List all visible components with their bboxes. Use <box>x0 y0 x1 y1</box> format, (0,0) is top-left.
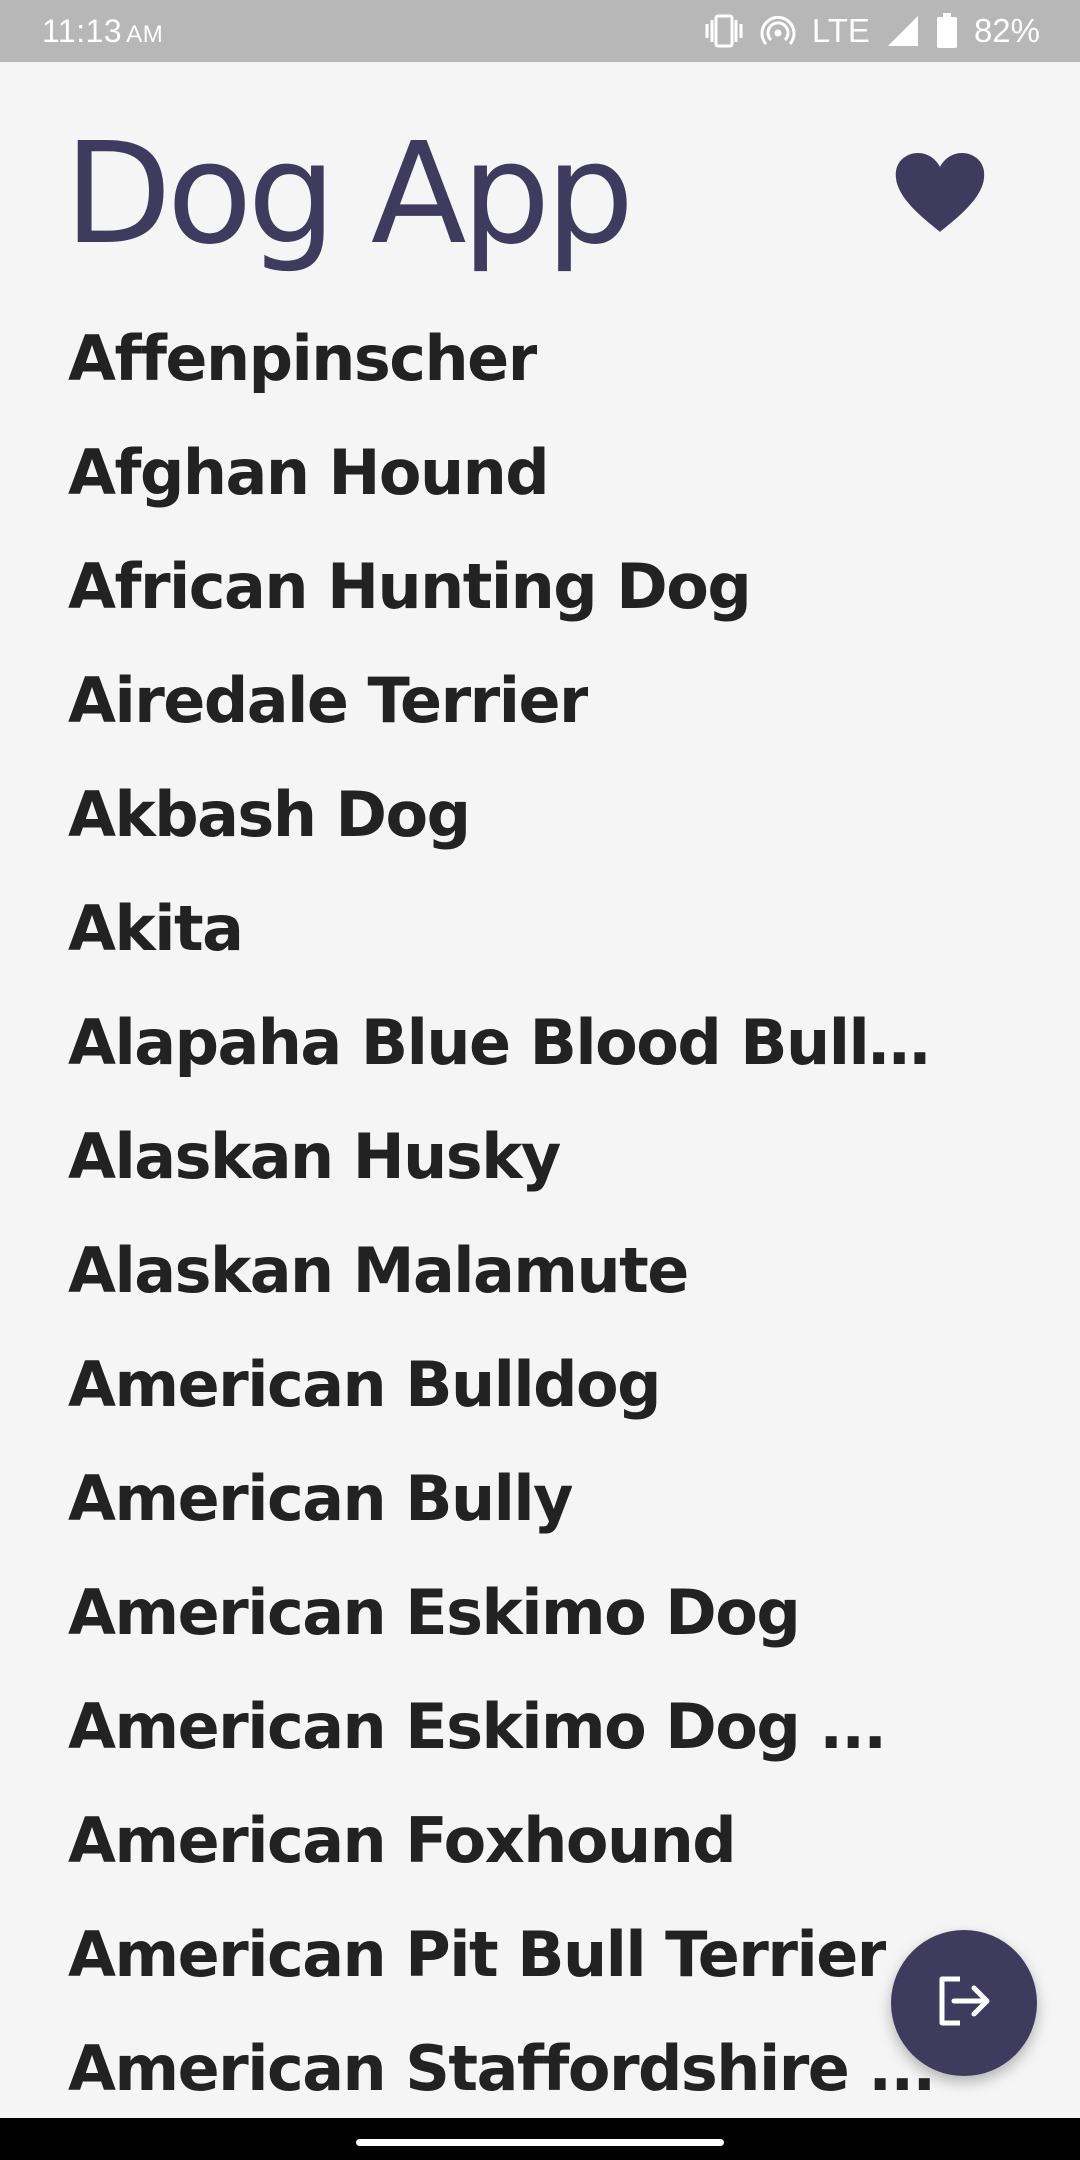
breed-list: Affenpinscher Afghan Hound African Hunti… <box>0 301 1080 2125</box>
breed-name: American Eskimo Dog ... <box>68 1689 886 1763</box>
logout-icon <box>934 1973 994 2033</box>
breed-item[interactable]: Airedale Terrier <box>0 643 1080 757</box>
battery-icon <box>936 13 958 49</box>
breed-name: Akbash Dog <box>68 777 470 851</box>
breed-item[interactable]: American Eskimo Dog ... <box>0 1669 1080 1783</box>
heart-icon <box>894 152 986 238</box>
hotspot-icon <box>760 13 796 49</box>
navigation-bar <box>0 2118 1080 2160</box>
breed-name: American Bully <box>68 1461 573 1535</box>
signal-icon <box>886 14 920 48</box>
status-time: 11:13 AM <box>42 10 163 56</box>
breed-name: American Pit Bull Terrier <box>68 1917 886 1991</box>
screen: 11:13 AM LTE 82% Dog App Affenpinscher A… <box>0 0 1080 2160</box>
status-bar: 11:13 AM LTE 82% <box>0 0 1080 62</box>
breed-item[interactable]: African Hunting Dog <box>0 529 1080 643</box>
breed-item[interactable]: American Bulldog <box>0 1327 1080 1441</box>
status-icons: LTE 82% <box>704 8 1040 54</box>
status-time-ampm: AM <box>126 21 164 48</box>
breed-name: American Eskimo Dog <box>68 1575 800 1649</box>
breed-item[interactable]: American Foxhound <box>0 1783 1080 1897</box>
network-type: LTE <box>811 12 870 49</box>
breed-name: American Bulldog <box>68 1347 661 1421</box>
page-title: Dog App <box>64 113 634 276</box>
breed-item[interactable]: Afghan Hound <box>0 415 1080 529</box>
breed-item[interactable]: Alaskan Malamute <box>0 1213 1080 1327</box>
breed-item[interactable]: American Eskimo Dog <box>0 1555 1080 1669</box>
breed-name: Alapaha Blue Blood Bulldog <box>68 1005 940 1079</box>
breed-name: Afghan Hound <box>68 435 549 509</box>
breed-name: Akita <box>68 891 243 965</box>
logout-button[interactable] <box>891 1930 1037 2076</box>
home-indicator[interactable] <box>356 2139 724 2146</box>
breed-name: American Foxhound <box>68 1803 736 1877</box>
status-time-value: 11:13 <box>42 13 123 49</box>
vibrate-icon <box>704 13 744 49</box>
breed-item[interactable]: Akita <box>0 871 1080 985</box>
battery-level: 82% <box>973 12 1040 49</box>
breed-name: Alaskan Husky <box>68 1119 560 1193</box>
breed-item[interactable]: American Bully <box>0 1441 1080 1555</box>
breed-name: Affenpinscher <box>68 321 537 395</box>
breed-name: Alaskan Malamute <box>68 1233 688 1307</box>
favorites-button[interactable] <box>885 140 995 250</box>
breed-item[interactable]: Alaskan Husky <box>0 1099 1080 1213</box>
breed-name: Airedale Terrier <box>68 663 589 737</box>
breed-name: African Hunting Dog <box>68 549 751 623</box>
breed-item[interactable]: Akbash Dog <box>0 757 1080 871</box>
breed-item[interactable]: Alapaha Blue Blood Bulldog <box>0 985 1080 1099</box>
breed-name: American Staffordshire ... <box>68 2031 935 2105</box>
breed-item[interactable]: Affenpinscher <box>0 301 1080 415</box>
